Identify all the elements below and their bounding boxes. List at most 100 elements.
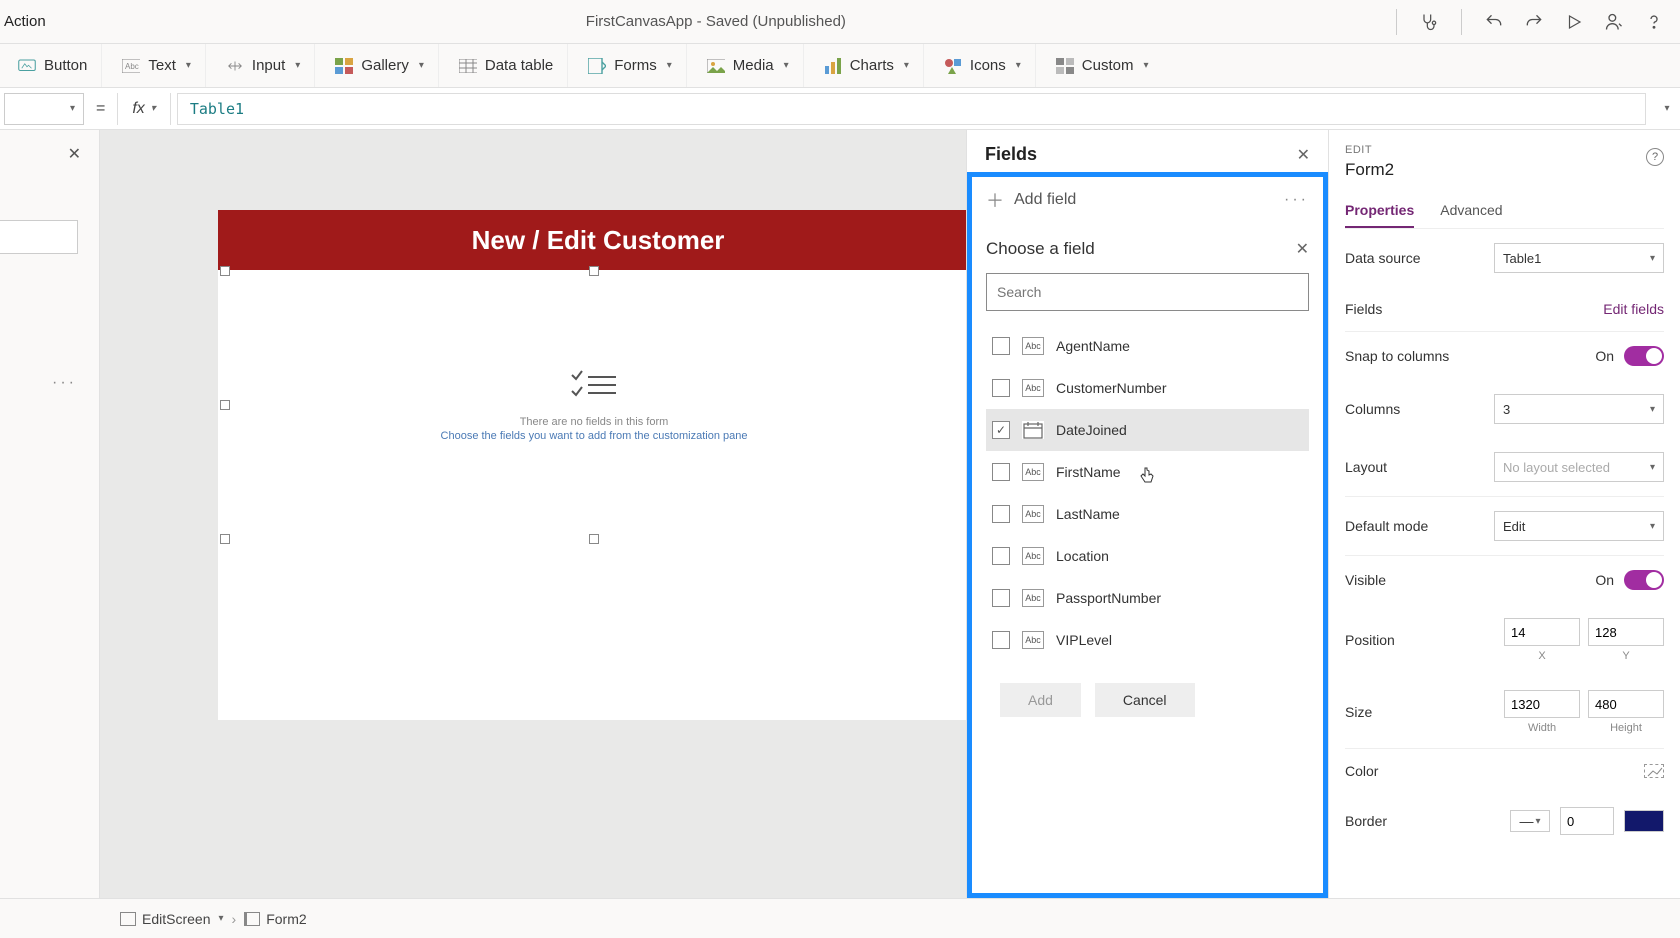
resize-handle[interactable]	[589, 534, 599, 544]
checkbox[interactable]	[992, 631, 1010, 649]
cancel-button[interactable]: Cancel	[1095, 683, 1195, 717]
border-style-select[interactable]: — ▾	[1510, 810, 1550, 832]
empty-form-placeholder: There are no fields in this form Choose …	[225, 271, 963, 442]
checkbox[interactable]	[992, 547, 1010, 565]
checkbox[interactable]	[992, 589, 1010, 607]
data-source-select[interactable]: Table1 ▾	[1494, 243, 1664, 273]
default-mode-label: Default mode	[1345, 518, 1428, 534]
breadcrumb-form[interactable]: Form2	[244, 911, 306, 927]
field-search-input[interactable]	[986, 273, 1309, 311]
property-selector[interactable]: ▾	[4, 93, 84, 125]
resize-handle[interactable]	[220, 266, 230, 276]
field-row[interactable]: AbcCustomerNumber	[986, 367, 1309, 409]
screen-icon	[120, 912, 136, 926]
size-width-input[interactable]	[1504, 690, 1580, 718]
visible-label: Visible	[1345, 572, 1386, 588]
stethoscope-icon[interactable]	[1411, 4, 1447, 40]
gallery-icon	[335, 57, 353, 75]
default-mode-select[interactable]: Edit ▾	[1494, 511, 1664, 541]
columns-select[interactable]: 3 ▾	[1494, 394, 1664, 424]
layout-select[interactable]: No layout selected ▾	[1494, 452, 1664, 482]
position-y-input[interactable]	[1588, 618, 1664, 646]
resize-handle[interactable]	[589, 266, 599, 276]
visible-toggle[interactable]	[1624, 570, 1664, 590]
snap-label: Snap to columns	[1345, 348, 1449, 364]
checkbox[interactable]	[992, 337, 1010, 355]
width-label: Width	[1504, 722, 1580, 734]
edit-label: EDIT	[1345, 144, 1664, 156]
breadcrumb-bar: EditScreen ▾ › Form2	[0, 898, 1680, 938]
forms-icon	[588, 57, 606, 75]
redo-icon[interactable]	[1516, 4, 1552, 40]
size-height-input[interactable]	[1588, 690, 1664, 718]
tree-search[interactable]	[0, 220, 78, 254]
form-selection[interactable]: There are no fields in this form Choose …	[224, 270, 964, 540]
field-row[interactable]: AbcLastName	[986, 493, 1309, 535]
edit-fields-link[interactable]: Edit fields	[1603, 301, 1664, 317]
checkbox[interactable]	[992, 421, 1010, 439]
resize-handle[interactable]	[220, 534, 230, 544]
add-field-label: Add field	[1014, 191, 1076, 209]
insert-media[interactable]: Media ▾	[693, 44, 804, 87]
add-field-bar[interactable]: ＋ Add field ···	[972, 177, 1323, 223]
checkbox[interactable]	[992, 505, 1010, 523]
close-icon[interactable]: ✕	[1296, 239, 1309, 259]
field-row[interactable]: AbcPassportNumber	[986, 577, 1309, 619]
label: Gallery	[361, 57, 409, 74]
field-row[interactable]: DateJoined	[986, 409, 1309, 451]
action-menu[interactable]: Action	[0, 13, 46, 30]
label: Data table	[485, 57, 553, 74]
formula-expand[interactable]: ▾	[1652, 103, 1680, 114]
design-canvas[interactable]: New / Edit Customer There are no fields …	[100, 130, 966, 898]
snap-toggle[interactable]	[1624, 346, 1664, 366]
formula-input[interactable]: Table1	[177, 93, 1646, 125]
insert-custom[interactable]: Custom ▾	[1042, 44, 1163, 87]
field-name: VIPLevel	[1056, 632, 1112, 648]
text-icon: Abc	[122, 57, 140, 75]
resize-handle[interactable]	[220, 400, 230, 410]
label: Forms	[614, 57, 657, 74]
position-x-input[interactable]	[1504, 618, 1580, 646]
field-row[interactable]: AbcAgentName	[986, 325, 1309, 367]
insert-gallery[interactable]: Gallery ▾	[321, 44, 439, 87]
field-row[interactable]: AbcVIPLevel	[986, 619, 1309, 661]
fx-button[interactable]: fx▾	[117, 93, 170, 125]
color-picker-button[interactable]	[1644, 764, 1664, 778]
insert-text[interactable]: Abc Text ▾	[108, 44, 206, 87]
tab-properties[interactable]: Properties	[1345, 194, 1414, 228]
field-name: LastName	[1056, 506, 1120, 522]
checkbox[interactable]	[992, 463, 1010, 481]
insert-data-table[interactable]: Data table	[445, 44, 568, 87]
help-icon[interactable]	[1636, 4, 1672, 40]
close-icon[interactable]: ✕	[68, 144, 81, 164]
undo-icon[interactable]	[1476, 4, 1512, 40]
play-icon[interactable]	[1556, 4, 1592, 40]
more-icon[interactable]: ···	[52, 374, 77, 392]
height-label: Height	[1588, 722, 1664, 734]
value: No layout selected	[1503, 460, 1610, 475]
insert-charts[interactable]: Charts ▾	[810, 44, 924, 87]
field-row[interactable]: AbcFirstName	[986, 451, 1309, 493]
more-icon[interactable]: ···	[1284, 191, 1309, 209]
person-icon[interactable]	[1596, 4, 1632, 40]
tab-advanced[interactable]: Advanced	[1440, 194, 1502, 228]
add-button[interactable]: Add	[1000, 683, 1081, 717]
breadcrumb-screen[interactable]: EditScreen ▾	[120, 911, 224, 927]
insert-forms[interactable]: Forms ▾	[574, 44, 687, 87]
columns-label: Columns	[1345, 401, 1400, 417]
help-icon[interactable]: ?	[1646, 148, 1664, 166]
field-row[interactable]: AbcLocation	[986, 535, 1309, 577]
plus-icon: ＋	[986, 187, 1004, 213]
insert-icons[interactable]: Icons ▾	[930, 44, 1036, 87]
chevron-down-icon: ▾	[1016, 60, 1021, 71]
close-icon[interactable]: ✕	[1297, 145, 1310, 165]
chevron-down-icon: ▾	[1650, 462, 1655, 473]
insert-input[interactable]: Input ▾	[212, 44, 315, 87]
border-color-swatch[interactable]	[1624, 810, 1664, 832]
chevron-down-icon: ▾	[784, 60, 789, 71]
chevron-down-icon: ▾	[295, 60, 300, 71]
border-width-input[interactable]	[1560, 807, 1614, 835]
insert-button[interactable]: Button	[4, 44, 102, 87]
fields-title: Fields	[985, 144, 1037, 165]
checkbox[interactable]	[992, 379, 1010, 397]
